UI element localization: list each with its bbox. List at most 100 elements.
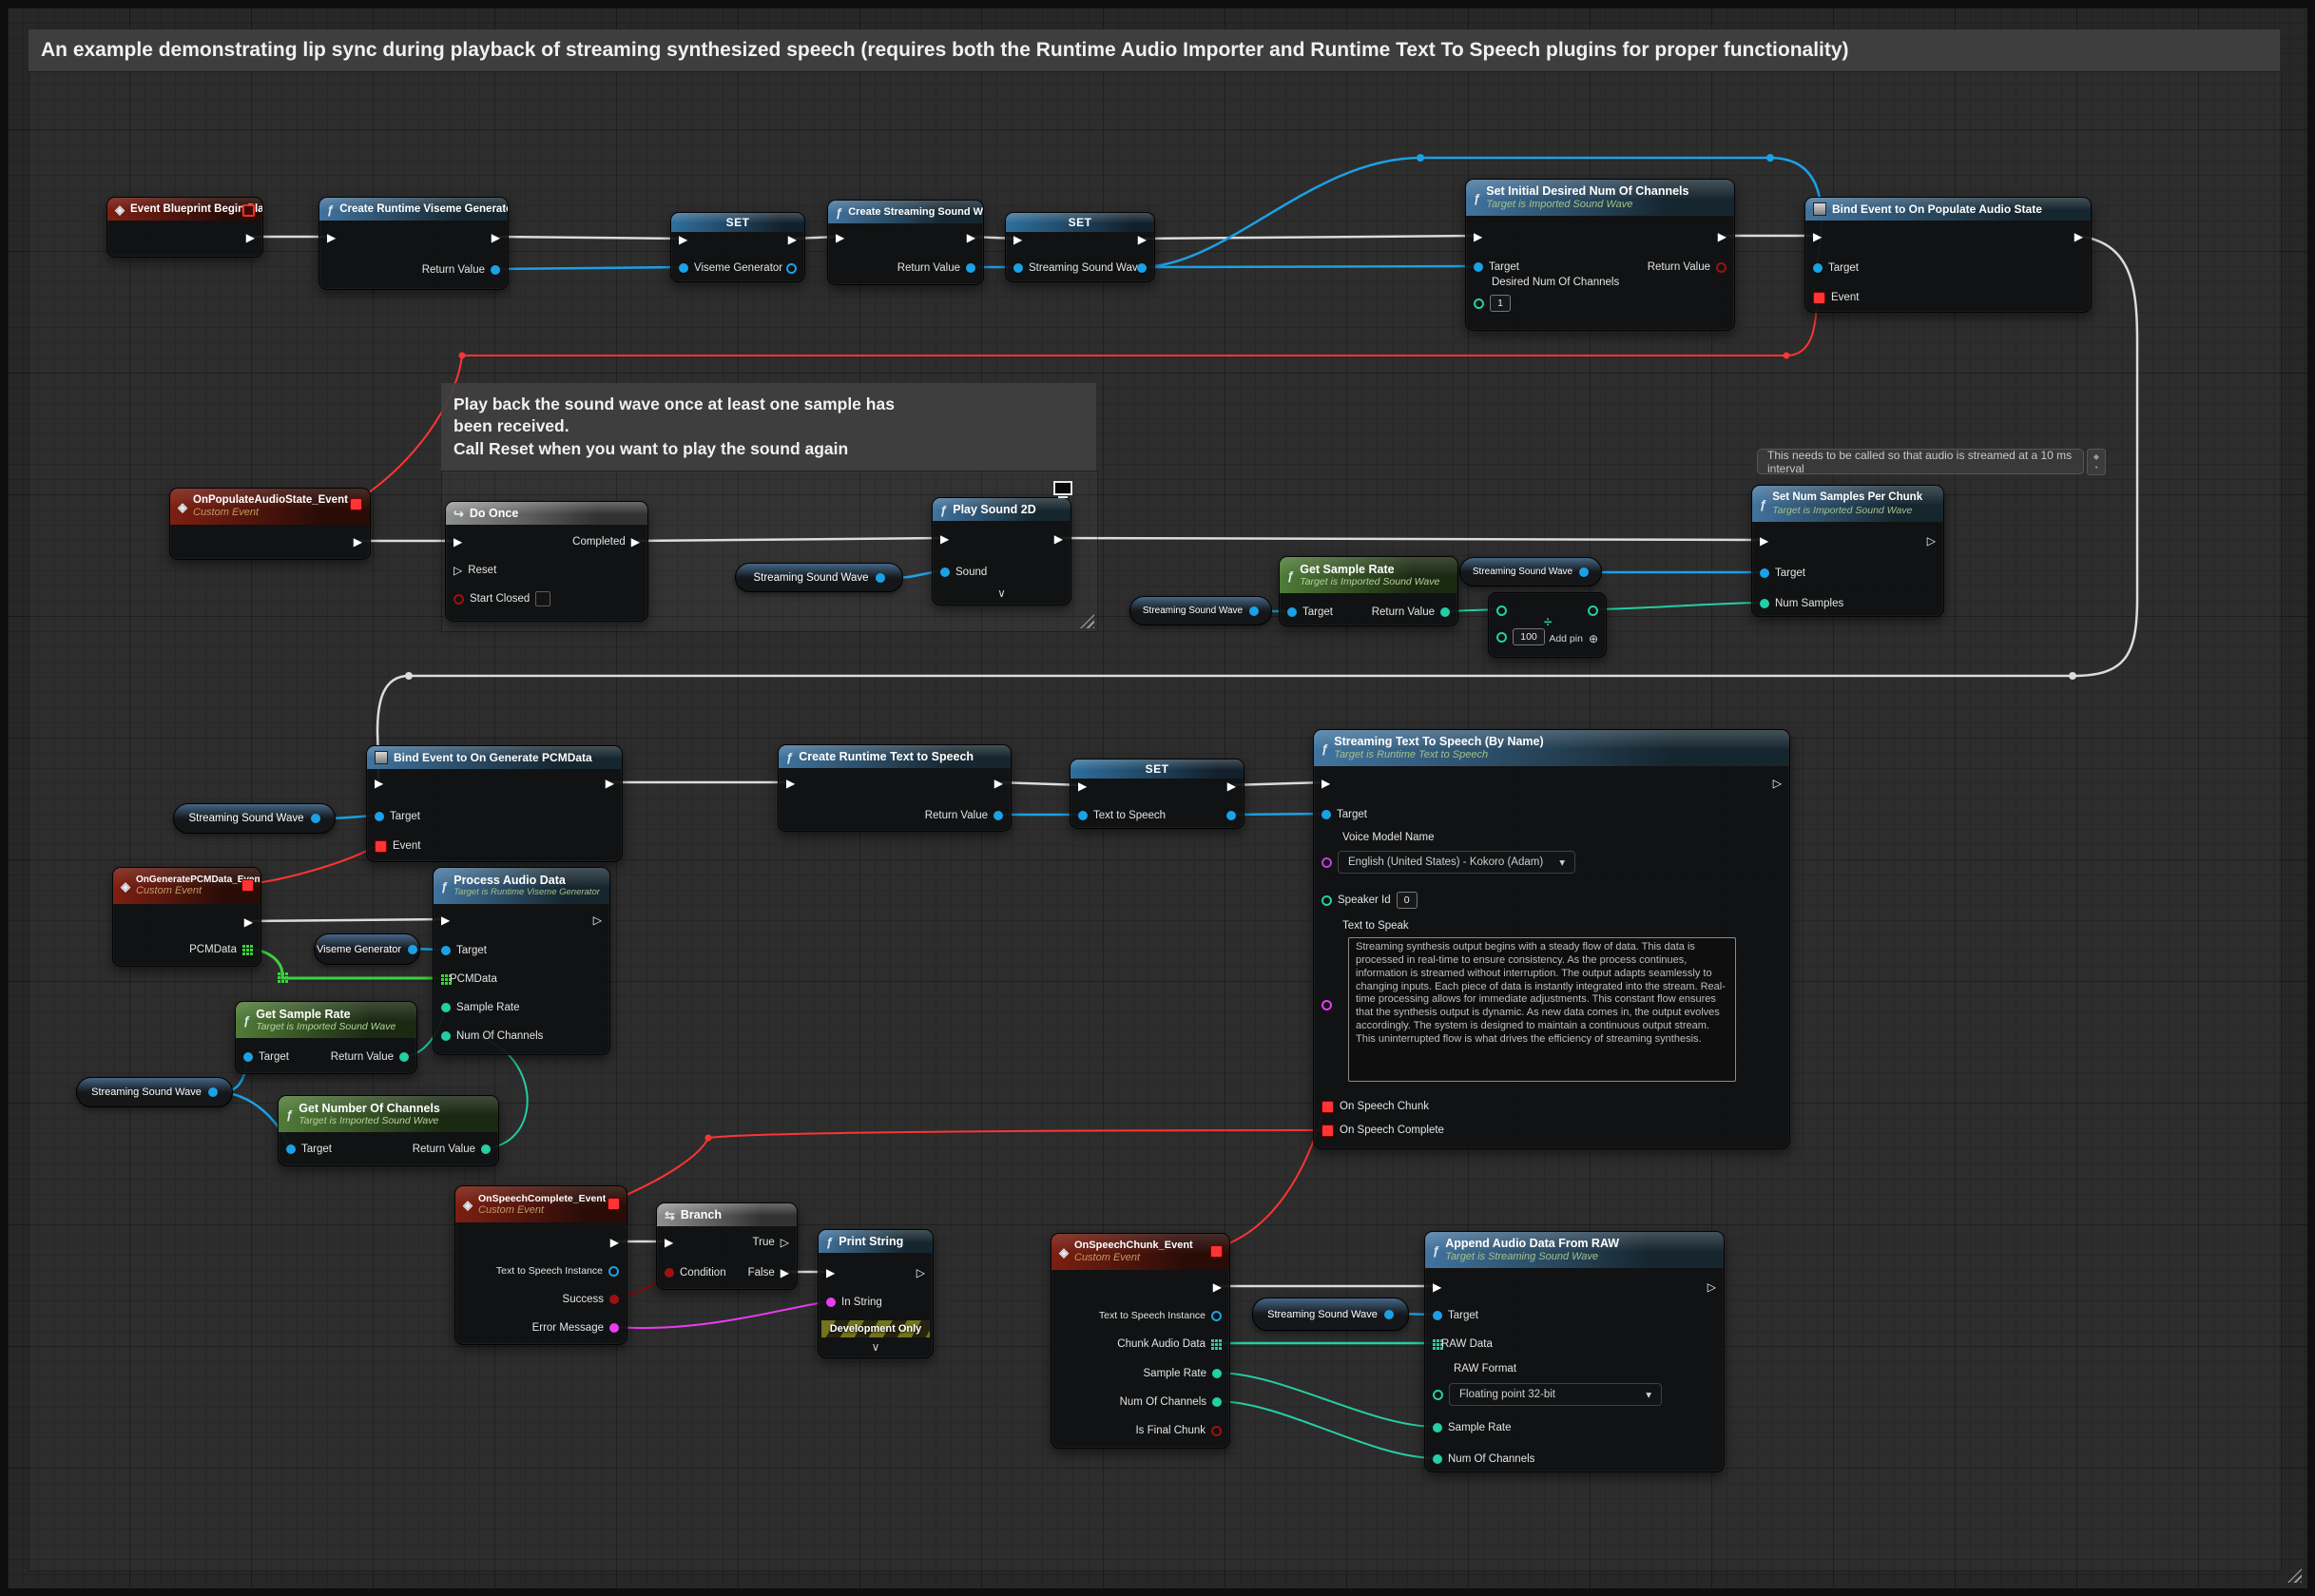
- target-pin[interactable]: [1813, 263, 1823, 273]
- num-channels-pin[interactable]: [1212, 1397, 1222, 1407]
- node-set-streaming-sound-wave[interactable]: SET ▶ ▶ Streaming Sound Wave: [1005, 212, 1155, 282]
- node-print-string[interactable]: ƒ Print String ▶ ▷ In String Development…: [818, 1229, 934, 1358]
- node-onspeechchunk-event[interactable]: ◈ OnSpeechChunk_Event Custom Event ▶ Tex…: [1051, 1233, 1230, 1449]
- text-to-speak-input[interactable]: Streaming synthesis output begins with a…: [1348, 937, 1736, 1082]
- return-value-pin[interactable]: [1716, 262, 1727, 273]
- exec-out-pin[interactable]: ▶: [1054, 533, 1063, 545]
- on-speech-complete-delegate-pin[interactable]: [1321, 1125, 1334, 1137]
- exec-out-pin[interactable]: ▶: [1718, 231, 1727, 242]
- condition-pin[interactable]: [665, 1268, 674, 1278]
- exec-out-pin[interactable]: ▶: [788, 234, 797, 245]
- event-delegate-pin[interactable]: [375, 840, 387, 853]
- exec-out-pin[interactable]: ▶: [1138, 234, 1147, 245]
- exec-out-pin[interactable]: ▶: [994, 778, 1003, 789]
- node-set-num-samples-per-chunk[interactable]: ƒ Set Num Samples Per Chunk Target is Im…: [1751, 485, 1944, 617]
- value-out-pin[interactable]: [786, 263, 797, 274]
- wire-obj-settts-stts[interactable]: [1230, 814, 1325, 815]
- wire-obj-createviseme-setviseme[interactable]: [494, 267, 683, 269]
- exec-in-pin[interactable]: ▶: [1013, 234, 1022, 245]
- in-string-pin[interactable]: [826, 1298, 836, 1307]
- wire-delegate-ongen-bindpcm[interactable]: [248, 847, 375, 884]
- reroute-dot-exec[interactable]: [2069, 672, 2076, 680]
- node-onpopulateaudiostate-event[interactable]: ◈ OnPopulateAudioState_Event Custom Even…: [169, 488, 371, 560]
- variable-node-streaming-sound-wave[interactable]: Streaming Sound Wave: [1129, 596, 1272, 625]
- node-bind-event-on-generate-pcmdata[interactable]: Bind Event to On Generate PCMData ▶ ▶ Ta…: [366, 745, 623, 862]
- wire-exec-playsound-setnumsamples[interactable]: [1057, 538, 1764, 540]
- node-set-text-to-speech[interactable]: SET ▶ ▶ Text to Speech: [1070, 759, 1244, 829]
- variable-node-viseme-generator[interactable]: Viseme Generator: [314, 933, 420, 965]
- node-set-viseme-generator[interactable]: SET ▶ ▶ Viseme Generator: [670, 212, 805, 282]
- target-pin[interactable]: [1433, 1311, 1442, 1320]
- value-out-pin[interactable]: [1226, 811, 1236, 820]
- exec-in-pin[interactable]: ▶: [327, 232, 336, 243]
- exec-in-pin[interactable]: ▶: [836, 232, 844, 243]
- false-exec-pin[interactable]: ▶: [781, 1267, 789, 1279]
- output-pin[interactable]: [408, 945, 417, 954]
- exec-in-pin[interactable]: ▶: [1433, 1281, 1441, 1293]
- target-pin[interactable]: [286, 1144, 296, 1154]
- sample-rate-pin[interactable]: [1433, 1423, 1442, 1433]
- exec-out-pin[interactable]: ▶: [244, 916, 253, 928]
- completed-exec-pin[interactable]: ▶: [631, 536, 640, 548]
- pcmdata-array-pin[interactable]: [242, 945, 245, 948]
- desired-num-channels-input[interactable]: 1: [1490, 295, 1511, 312]
- divisor-input[interactable]: 100: [1513, 628, 1545, 645]
- true-exec-pin[interactable]: ▷: [781, 1237, 789, 1248]
- node-create-runtime-viseme-generator[interactable]: ƒ Create Runtime Viseme Generator ▶ ▶ Re…: [318, 197, 509, 290]
- value-in-pin[interactable]: [1078, 811, 1088, 820]
- node-get-number-of-channels[interactable]: ƒ Get Number Of Channels Target is Impor…: [278, 1095, 499, 1166]
- exec-out-pin[interactable]: ▶: [1213, 1281, 1222, 1293]
- exec-in-pin[interactable]: ▶: [1078, 780, 1087, 792]
- exec-out-pin[interactable]: ▶: [610, 1237, 619, 1248]
- raw-format-dropdown[interactable]: Floating point 32-bit▾: [1449, 1383, 1662, 1406]
- event-delegate-pin[interactable]: [1813, 292, 1825, 304]
- delegate-out-pin[interactable]: [608, 1198, 620, 1210]
- bubble-comment[interactable]: This needs to be called so that audio is…: [1757, 449, 2084, 474]
- output-pin[interactable]: [876, 573, 885, 583]
- node-get-sample-rate-2[interactable]: ƒ Get Sample Rate Target is Imported Sou…: [235, 1001, 417, 1074]
- start-closed-checkbox[interactable]: [535, 591, 550, 606]
- return-value-pin[interactable]: [491, 265, 500, 275]
- reroute-dot-object[interactable]: [1417, 154, 1424, 162]
- text-to-speak-pin[interactable]: [1321, 1000, 1332, 1010]
- output-pin[interactable]: [1579, 567, 1589, 577]
- variable-node-streaming-sound-wave[interactable]: Streaming Sound Wave: [76, 1077, 233, 1107]
- playback-comment-title[interactable]: Play back the sound wave once at least o…: [441, 383, 1096, 471]
- expand-node-chevron[interactable]: ∨: [819, 1341, 933, 1353]
- wire-int-chunk-samplerate[interactable]: [1216, 1373, 1437, 1427]
- wire-int-divide-setnumsamples[interactable]: [1592, 603, 1764, 609]
- return-value-pin[interactable]: [994, 811, 1003, 820]
- start-closed-pin[interactable]: [453, 594, 464, 605]
- output-pin[interactable]: [208, 1087, 218, 1097]
- variable-node-streaming-sound-wave[interactable]: Streaming Sound Wave: [1252, 1298, 1409, 1331]
- exec-in-pin[interactable]: ▶: [1321, 778, 1330, 789]
- node-event-begin-play[interactable]: ◈ Event Blueprint Begin Play ▶: [106, 197, 263, 258]
- value-in-pin[interactable]: [679, 263, 688, 273]
- sound-pin[interactable]: [940, 567, 950, 577]
- exec-in-pin[interactable]: ▶: [940, 533, 949, 545]
- is-final-chunk-pin[interactable]: [1211, 1426, 1222, 1436]
- sample-rate-pin[interactable]: [441, 1003, 451, 1012]
- tts-instance-pin[interactable]: [1211, 1311, 1222, 1321]
- node-onspeechcomplete-event[interactable]: ◈ OnSpeechComplete_Event Custom Event ▶ …: [454, 1185, 627, 1345]
- wire-delegate-osc-stts[interactable]: [613, 1130, 1325, 1201]
- node-process-audio-data[interactable]: ƒ Process Audio Data Target is Runtime V…: [433, 867, 610, 1055]
- node-set-initial-desired-num-of-channels[interactable]: ƒ Set Initial Desired Num Of Channels Ta…: [1465, 179, 1735, 331]
- exec-in-pin[interactable]: ▶: [375, 778, 383, 789]
- num-channels-pin[interactable]: [441, 1031, 451, 1041]
- exec-out-pin[interactable]: ▶: [492, 232, 500, 243]
- reroute-dot-delegate[interactable]: [705, 1135, 712, 1142]
- raw-format-pin[interactable]: [1433, 1390, 1443, 1400]
- on-speech-chunk-delegate-pin[interactable]: [1321, 1101, 1334, 1113]
- comment-resize-grip[interactable]: [1080, 614, 1094, 628]
- reroute-dot-delegate[interactable]: [1784, 353, 1790, 359]
- exec-out-pin[interactable]: ▷: [916, 1267, 925, 1279]
- wire-exec-createviseme-setviseme[interactable]: [494, 237, 683, 239]
- tts-instance-pin[interactable]: [608, 1266, 619, 1277]
- target-pin[interactable]: [375, 812, 384, 821]
- reroute-array-pin[interactable]: [278, 972, 280, 975]
- divide-in-pin[interactable]: [1496, 606, 1507, 616]
- voice-model-dropdown[interactable]: English (United States) - Kokoro (Adam)▾: [1338, 851, 1575, 874]
- divide-in2-pin[interactable]: [1496, 632, 1507, 643]
- reroute-dot-delegate[interactable]: [459, 353, 466, 359]
